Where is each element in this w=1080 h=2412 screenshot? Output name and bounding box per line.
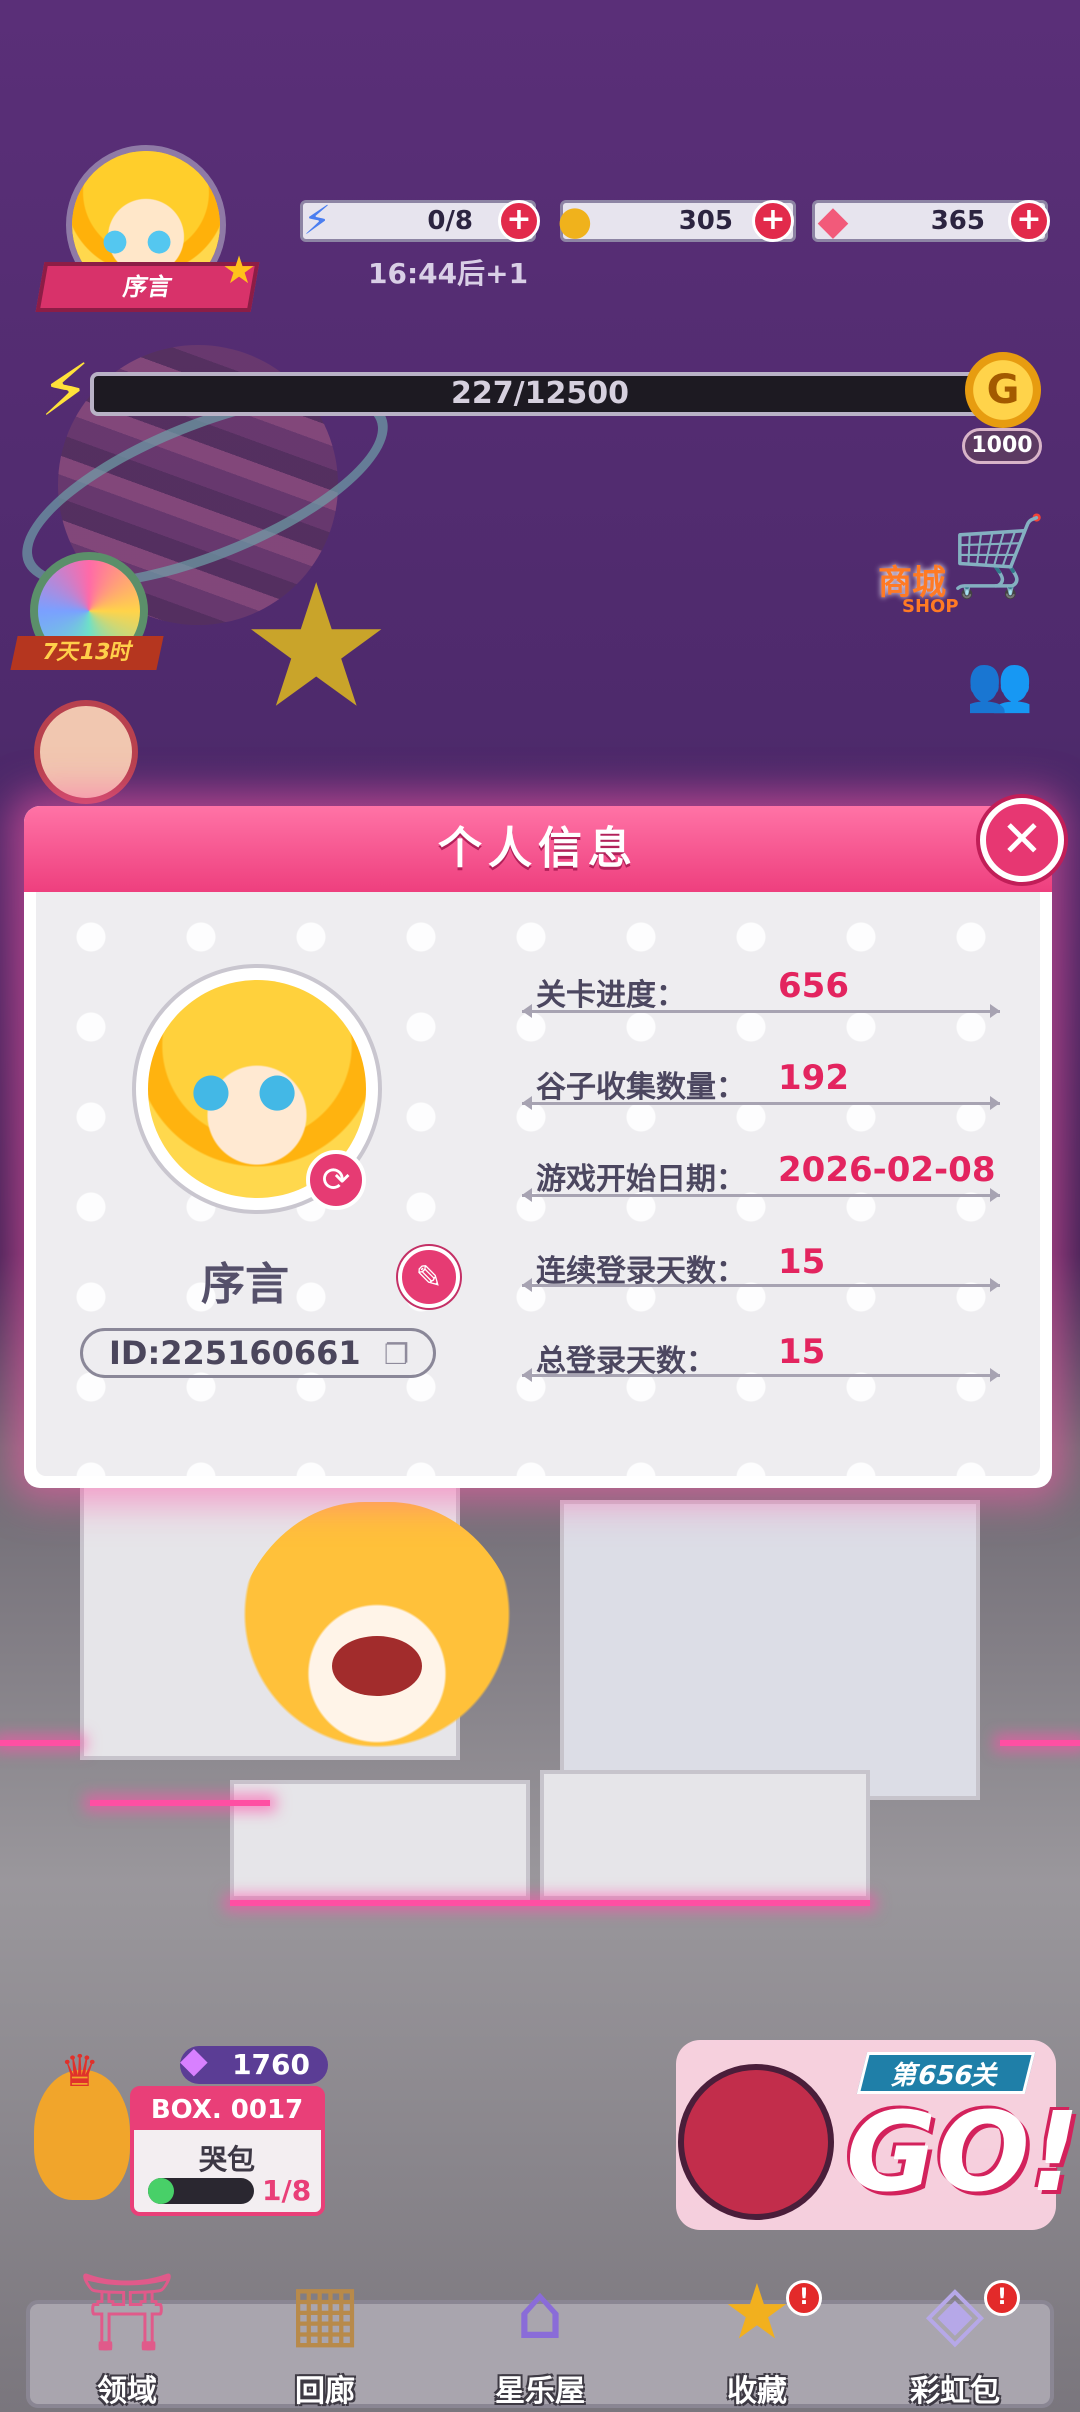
- star-decoration-icon: ★: [240, 548, 393, 746]
- stat-value-total-logins: 15: [778, 1332, 826, 1372]
- edit-name-button[interactable]: ✎: [398, 1246, 460, 1308]
- purple-gem-icon: ◆: [180, 2040, 208, 2081]
- gem-icon: ◆: [817, 198, 849, 244]
- nav-item-domain[interactable]: ⛩ 领域: [32, 2262, 222, 2412]
- nav-item-star-house[interactable]: ⌂ 星乐屋: [445, 2262, 635, 2412]
- crystal-icon: ◈: [925, 2267, 985, 2356]
- rainbow-bolt-icon: ⚡: [40, 348, 91, 432]
- notification-badge: !: [786, 2280, 822, 2316]
- box-progress-count: 1/8: [262, 2174, 312, 2207]
- stat-label-collection-count: 谷子收集数量：: [536, 1070, 746, 1105]
- box-progress-fill: [148, 2178, 174, 2204]
- neon-light: [0, 1740, 80, 1746]
- platform-tile: [560, 1500, 980, 1800]
- stat-divider: [522, 1278, 1000, 1292]
- stat-label-level-progress: 关卡进度：: [536, 978, 686, 1013]
- g-coin-reward-icon[interactable]: G: [965, 352, 1041, 428]
- box-title: BOX. 0017: [132, 2090, 322, 2130]
- nav-label: 彩虹包: [910, 2374, 1000, 2409]
- house-icon: ⌂: [515, 2267, 565, 2356]
- nav-item-rainbow-pack[interactable]: ◈ ! 彩虹包: [860, 2262, 1050, 2412]
- nav-label: 星乐屋: [495, 2374, 585, 2409]
- shop-sub-label: SHOP: [902, 596, 959, 617]
- go-button[interactable]: GO!: [846, 2088, 1080, 2216]
- neon-light: [90, 1800, 270, 1806]
- nav-label: 收藏: [727, 2374, 787, 2409]
- profile-avatar-eyes: ●●: [190, 1062, 324, 1116]
- player-id: ID:225160661: [80, 1328, 436, 1378]
- exp-progress-bar: 227/12500: [90, 372, 990, 416]
- neon-light: [230, 1900, 870, 1906]
- stat-value-collection-count: 192: [778, 1058, 849, 1098]
- dialog-title: 个人信息: [438, 823, 638, 874]
- crying-character-mouth: [332, 1636, 422, 1696]
- add-coins-button[interactable]: +: [752, 200, 794, 242]
- g-coin-reward-count: 1000: [962, 428, 1042, 464]
- profile-name: 序言: [201, 1259, 289, 1310]
- stat-label-start-date: 游戏开始日期：: [536, 1162, 746, 1197]
- energy-timer: 16:44后+1: [368, 257, 529, 290]
- box-name: 哭包: [198, 2143, 255, 2176]
- add-gems-button[interactable]: +: [1008, 200, 1050, 242]
- friends-icon[interactable]: 👥: [966, 652, 1033, 716]
- nav-label: 回廊: [295, 2374, 355, 2409]
- stat-divider: [522, 1188, 1000, 1202]
- ribbon-star-icon: ★: [222, 248, 257, 292]
- second-event-button[interactable]: [34, 700, 138, 804]
- change-avatar-button[interactable]: ⟳: [306, 1150, 366, 1210]
- nav-item-gallery[interactable]: ▦ 回廊: [230, 2262, 420, 2412]
- close-button[interactable]: ✕: [980, 798, 1064, 882]
- frame-icon: ▦: [289, 2267, 361, 2356]
- stat-divider: [522, 1004, 1000, 1018]
- star-icon: ★: [722, 2267, 792, 2356]
- coin-icon: ●: [557, 198, 593, 244]
- stat-divider: [522, 1368, 1000, 1382]
- add-energy-button[interactable]: +: [498, 200, 540, 242]
- copy-id-icon[interactable]: ❐: [384, 1338, 409, 1371]
- stat-divider: [522, 1096, 1000, 1110]
- neon-light: [1000, 1740, 1080, 1746]
- shopping-cart-icon[interactable]: 🛒: [950, 512, 1047, 602]
- stat-value-level-progress: 656: [778, 966, 849, 1006]
- notification-badge: !: [984, 2280, 1020, 2316]
- platform-tile: [540, 1770, 870, 1900]
- lightning-icon: ⚡: [302, 198, 332, 244]
- nav-item-collection[interactable]: ★ ! 收藏: [662, 2262, 852, 2412]
- hud-avatar-eyes: ●●: [101, 223, 191, 258]
- go-character-badge: [678, 2064, 834, 2220]
- altar-icon: ⛩: [78, 2267, 176, 2356]
- stat-value-login-streak: 15: [778, 1242, 826, 1282]
- nav-label: 领域: [97, 2374, 157, 2409]
- stat-value-start-date: 2026-02-08: [778, 1150, 996, 1190]
- event-timer: 7天13时: [10, 636, 164, 670]
- chicken-crest-icon: ♛: [60, 2046, 100, 2097]
